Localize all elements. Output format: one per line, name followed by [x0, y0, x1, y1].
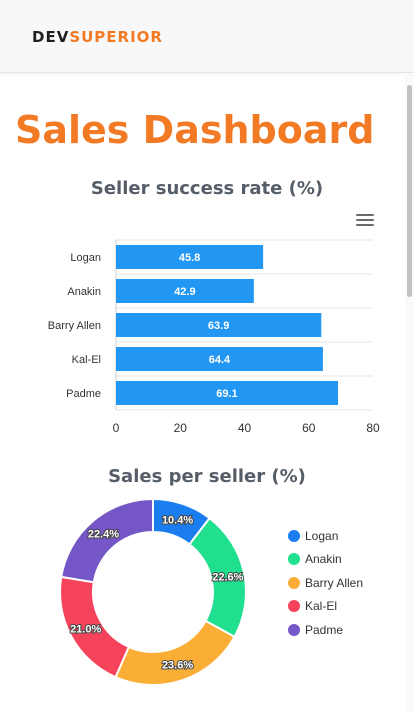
slice-value-label: 22.4% [88, 529, 119, 541]
legend-marker [288, 576, 300, 589]
y-category-label: Logan [70, 252, 101, 264]
bar-value-label: 69.1 [216, 388, 237, 400]
legend-marker [288, 529, 300, 542]
x-tick-label: 40 [238, 421, 252, 435]
legend-item[interactable]: Logan [288, 524, 363, 548]
bar-chart-title: Seller success rate (%) [90, 178, 324, 199]
legend-label: Anakin [305, 552, 342, 567]
legend-marker [288, 623, 300, 636]
brand-logo[interactable]: DEVSUPERIOR [32, 28, 163, 46]
brand-logo-part-superior: SUPERIOR [69, 28, 163, 46]
x-tick-label: 0 [113, 421, 120, 435]
scrollbar[interactable] [405, 73, 414, 713]
legend-item[interactable]: Barry Allen [288, 571, 363, 595]
y-category-label: Anakin [67, 286, 101, 298]
donut-chart: 10.4% 22.6% 23.6% 21.0% 22.4% [59, 497, 247, 686]
legend-item[interactable]: Padme [288, 618, 363, 642]
hamburger-menu-icon[interactable] [356, 214, 374, 230]
legend-label: Logan [305, 528, 339, 543]
bar-value-label: 45.8 [179, 252, 200, 264]
x-tick-label: 60 [302, 421, 316, 435]
pie-chart-title: Sales per seller (%) [108, 466, 306, 487]
legend-marker [288, 553, 300, 566]
slice-value-label: 23.6% [162, 659, 193, 671]
y-category-label: Kal-El [72, 354, 101, 366]
donut-slice[interactable] [114, 619, 236, 686]
legend-label: Kal-El [305, 599, 338, 614]
page-title: Sales Dashboard [15, 108, 375, 152]
bar-value-label: 42.9 [174, 286, 195, 298]
pie-legend: Logan Anakin Barry Allen Kal-El Padme [288, 524, 363, 642]
slice-value-label: 21.0% [70, 623, 101, 635]
legend-item[interactable]: Kal-El [288, 595, 363, 619]
y-category-label: Padme [66, 388, 101, 400]
slice-value-label: 10.4% [162, 515, 193, 527]
x-tick-label: 80 [366, 421, 380, 435]
legend-label: Barry Allen [305, 575, 364, 590]
legend-marker [288, 600, 300, 613]
legend-item[interactable]: Anakin [288, 548, 363, 572]
scrollbar-thumb[interactable] [407, 85, 412, 297]
bar-value-label: 63.9 [208, 320, 229, 332]
slice-value-label: 22.6% [212, 571, 243, 583]
navbar: DEVSUPERIOR [0, 0, 414, 73]
x-tick-label: 20 [174, 421, 188, 435]
bar-value-label: 64.4 [209, 354, 231, 366]
brand-logo-part-dev: DEV [32, 28, 70, 46]
bar-chart: 0 20 40 60 80 Logan 45.8 Anakin 42.9 Barry Allen 6… [48, 239, 380, 435]
y-category-label: Barry Allen [48, 320, 101, 332]
legend-label: Padme [305, 622, 344, 637]
